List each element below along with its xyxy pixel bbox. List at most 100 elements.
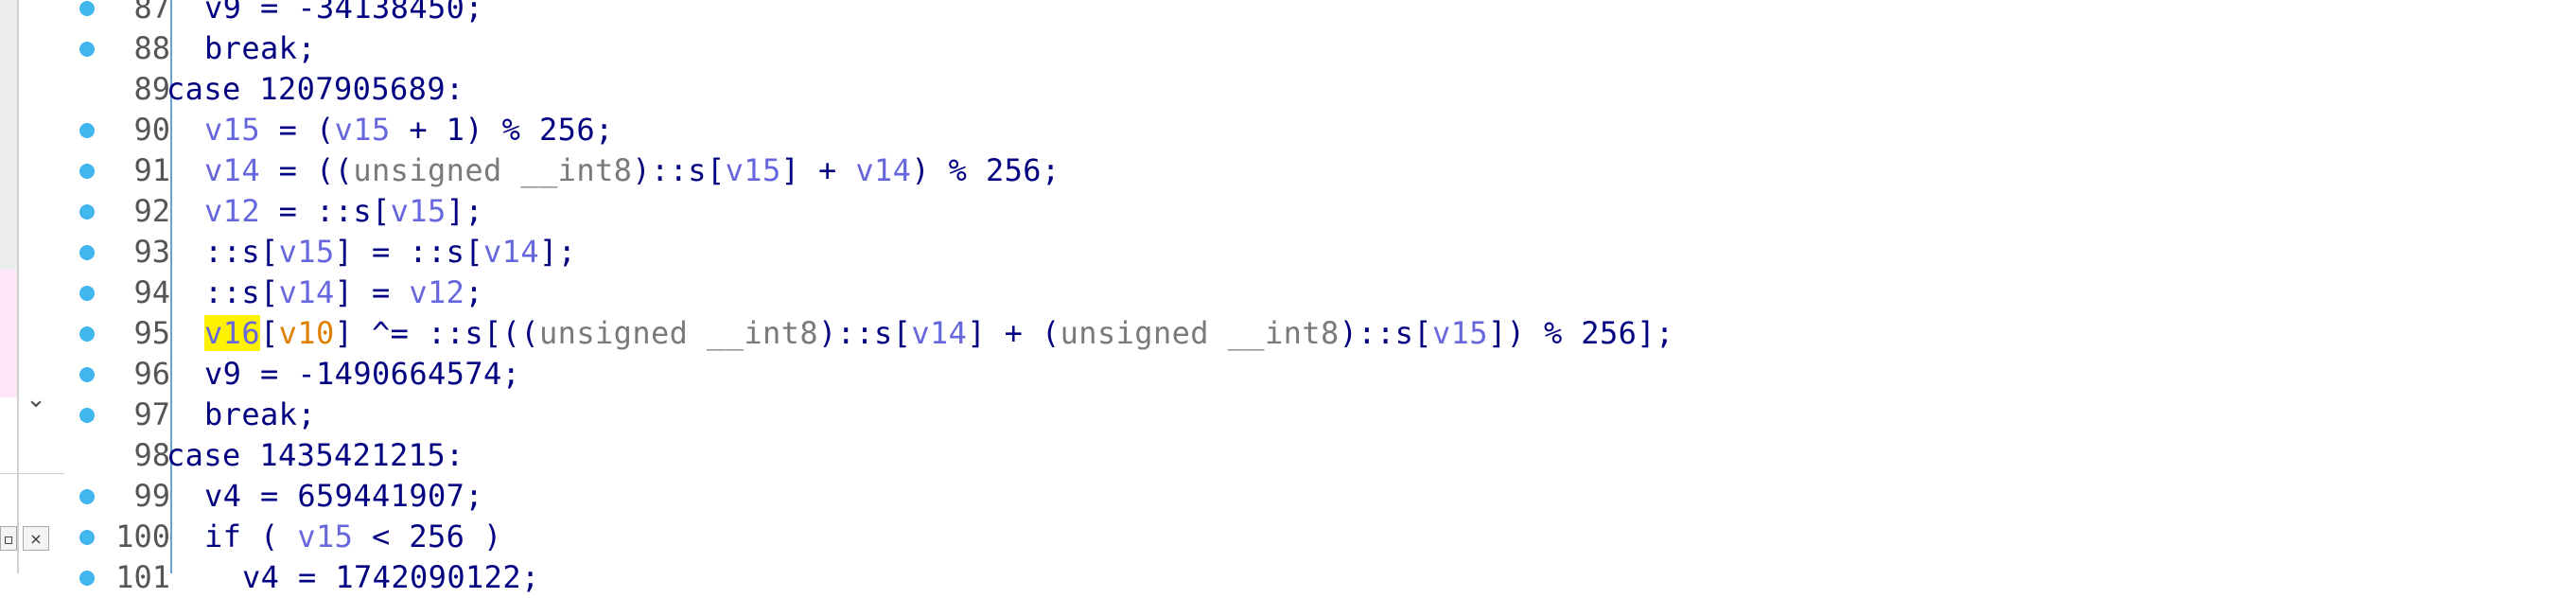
line-number: 94	[133, 274, 170, 310]
var-v12: v12	[204, 193, 260, 229]
var-v16-highlighted: v16	[204, 315, 260, 351]
var-v15: v15	[1431, 315, 1488, 351]
code-text: break;	[204, 396, 316, 432]
breakpoint-dot-icon[interactable]	[79, 367, 95, 382]
code-token: ;	[464, 274, 484, 310]
code-text: case 1207905689:	[166, 71, 464, 107]
code-line[interactable]: 87 v9 = -34138450;	[66, 0, 2564, 28]
code-line[interactable]: 94::s[v14] = v12;	[66, 273, 2564, 313]
var-v14: v14	[911, 315, 968, 351]
breakpoint-dot-icon[interactable]	[79, 204, 95, 220]
type-cast: unsigned __int8	[353, 152, 633, 188]
var-v15: v15	[390, 193, 447, 229]
close-button[interactable]: ×	[23, 526, 49, 551]
breakpoint-dot-icon[interactable]	[79, 164, 95, 179]
code-line[interactable]: 88 break;	[66, 28, 2564, 69]
breakpoint-dot-icon[interactable]	[79, 571, 95, 586]
var-v15: v15	[297, 519, 354, 554]
var-v12: v12	[409, 274, 465, 310]
code-token: = ::s[	[260, 193, 391, 229]
line-number: 91	[133, 152, 170, 188]
code-line[interactable]: 91 v14 = ((unsigned __int8)::s[v15] + v14…	[66, 150, 2564, 191]
breakpoint-dot-icon[interactable]	[79, 286, 95, 301]
code-line[interactable]: 95 v16[v10] ^= ::s[((unsigned __int8)::s[…	[66, 313, 2564, 354]
pseudocode-view[interactable]: 87 v9 = -34138450; 88 break; 89 case 12079056…	[66, 0, 2564, 595]
code-token: ::s[	[204, 234, 279, 270]
code-token: ] + (	[967, 315, 1060, 351]
line-number: 98	[133, 437, 170, 473]
code-token: ] ^= ::s[((	[334, 315, 539, 351]
code-text: ::s[v14] = v12;	[204, 273, 483, 313]
line-number: 92	[133, 193, 170, 229]
code-text: v14 = ((unsigned __int8)::s[v15] + v14) …	[204, 150, 1060, 191]
var-v15: v15	[334, 112, 391, 148]
var-v14: v14	[855, 152, 912, 188]
breakpoint-dot-icon[interactable]	[79, 123, 95, 138]
line-number: 89	[133, 71, 170, 107]
breakpoint-dot-icon[interactable]	[79, 42, 95, 57]
breakpoint-dot-icon[interactable]	[79, 1, 95, 16]
scrollbar-track[interactable]	[0, 0, 17, 270]
code-token: ];	[446, 193, 484, 229]
panel-divider	[17, 0, 19, 573]
code-token: ];	[539, 234, 577, 270]
code-line[interactable]: 93::s[v15] = ::s[v14];	[66, 232, 2564, 273]
code-token: )::s[	[1339, 315, 1432, 351]
breakpoint-dot-icon[interactable]	[79, 245, 95, 260]
var-v10: v10	[278, 315, 335, 351]
line-number: 97	[133, 396, 170, 432]
code-line[interactable]: 96 v9 = -1490664574;	[66, 354, 2564, 395]
code-token: = (	[260, 112, 335, 148]
code-text: v12 = ::s[v15];	[204, 191, 483, 232]
line-number: 88	[133, 30, 170, 66]
var-v15: v15	[725, 152, 781, 188]
line-number: 93	[133, 234, 170, 270]
breakpoint-dot-icon[interactable]	[79, 326, 95, 342]
code-token: )::s[	[632, 152, 726, 188]
panel-separator	[0, 473, 64, 474]
code-line[interactable]: 92 v12 = ::s[v15];	[66, 191, 2564, 232]
line-number: 99	[133, 478, 170, 514]
code-token: ] = ::s[	[334, 234, 483, 270]
code-line[interactable]: 99 v4 = 659441907;	[66, 476, 2564, 517]
code-token: ]) % 256];	[1487, 315, 1674, 351]
code-line[interactable]: 98 case 1435421215:	[66, 435, 2564, 476]
line-number: 90	[133, 112, 170, 148]
var-v14: v14	[483, 234, 539, 270]
code-text: v9 = -1490664574;	[204, 356, 521, 392]
line-number: 95	[133, 315, 170, 351]
code-token: + 1) % 256;	[390, 112, 614, 148]
var-v15: v15	[278, 234, 335, 270]
code-text: v16[v10] ^= ::s[((unsigned __int8)::s[v1…	[204, 313, 1674, 354]
code-text: v15 = (v15 + 1) % 256;	[204, 110, 614, 150]
breakpoint-dot-icon[interactable]	[79, 530, 95, 545]
code-token: ::s[	[204, 274, 279, 310]
var-v14: v14	[278, 274, 335, 310]
var-v15: v15	[204, 112, 260, 148]
code-token: if (	[204, 519, 298, 554]
code-line[interactable]: 90 v15 = (v15 + 1) % 256;	[66, 110, 2564, 150]
chevron-down-icon[interactable]: ⌄	[23, 386, 49, 413]
code-token: ) % 256;	[911, 152, 1060, 188]
breakpoint-dot-icon[interactable]	[79, 408, 95, 423]
code-text: if ( v15 < 256 )	[204, 517, 502, 557]
breakpoint-dot-icon[interactable]	[79, 489, 95, 504]
code-token: [	[260, 315, 279, 351]
code-text: v4 = 1742090122;	[242, 559, 540, 595]
type-cast: unsigned __int8	[539, 315, 818, 351]
code-text: break;	[204, 30, 316, 66]
line-number: 101	[115, 559, 170, 595]
var-v14: v14	[204, 152, 260, 188]
line-number: 100	[115, 519, 170, 554]
code-line[interactable]: 97 break;	[66, 395, 2564, 435]
line-number: 96	[133, 356, 170, 392]
code-line[interactable]: 101 v4 = 1742090122;	[66, 557, 2564, 598]
code-token: ] +	[780, 152, 856, 188]
line-number: 87	[133, 0, 170, 26]
code-line[interactable]: 100 if ( v15 < 256 )	[66, 517, 2564, 557]
type-cast: unsigned __int8	[1060, 315, 1340, 351]
restore-button[interactable]: ▫	[0, 526, 17, 551]
code-line[interactable]: 89 case 1207905689:	[66, 69, 2564, 110]
code-token: )::s[	[817, 315, 912, 351]
code-text: v9 = -34138450;	[204, 0, 483, 26]
